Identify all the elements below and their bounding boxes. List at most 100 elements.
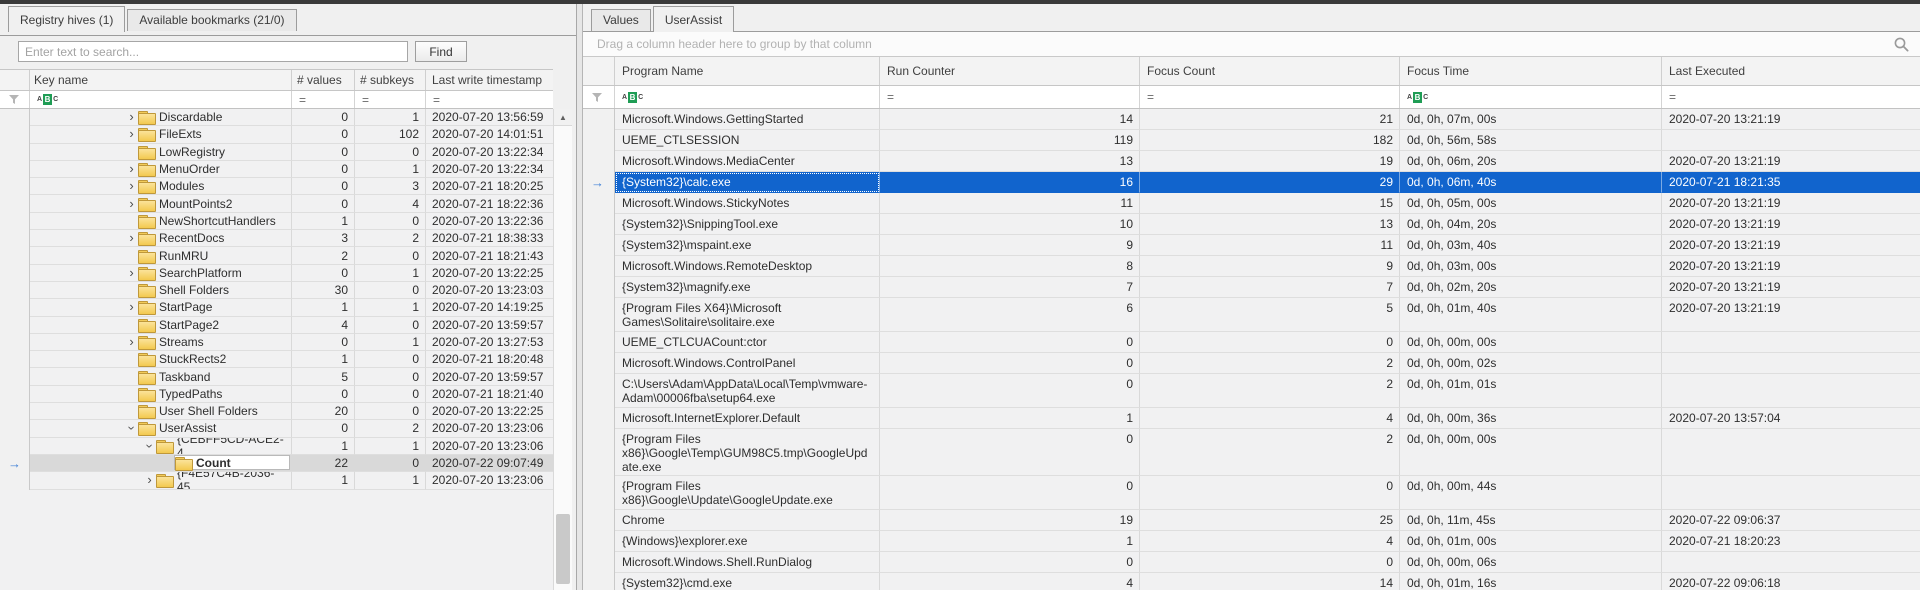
table-row[interactable]: UEME_CTLCUACount:ctor000d, 0h, 00m, 00s (583, 332, 1920, 353)
table-row[interactable]: →{System32}\calc.exe16290d, 0h, 06m, 40s… (583, 172, 1920, 193)
expand-chevron-icon[interactable]: › (125, 129, 138, 139)
column-header-focus-count[interactable]: Focus Count (1140, 57, 1400, 85)
num-values-cell: 1 (292, 438, 355, 455)
table-row[interactable]: Microsoft.Windows.GettingStarted14210d, … (583, 109, 1920, 130)
table-row[interactable]: Microsoft.Windows.StickyNotes11150d, 0h,… (583, 193, 1920, 214)
expand-chevron-icon[interactable]: › (125, 181, 138, 191)
scroll-up-button[interactable]: ▲ (554, 109, 572, 126)
table-row[interactable]: {Program Files x86}\Google\Update\Google… (583, 476, 1920, 510)
expand-chevron-icon[interactable]: › (125, 268, 138, 278)
column-header-num-subkeys[interactable]: # subkeys (355, 70, 426, 90)
last-executed-cell (1662, 476, 1920, 510)
filter-key-name[interactable]: ABC (30, 91, 292, 108)
expand-chevron-icon[interactable]: › (125, 164, 138, 174)
table-row[interactable]: {System32}\SnippingTool.exe10130d, 0h, 0… (583, 214, 1920, 235)
group-by-bar[interactable]: Drag a column header here to group by th… (583, 31, 1920, 57)
tree-row[interactable]: ›Shell Folders3002020-07-20 13:23:03 (0, 282, 553, 299)
tree-row[interactable]: ›{CEBFF5CD-ACE2-4...112020-07-20 13:23:0… (0, 438, 553, 455)
tree-filter-indicator[interactable] (0, 91, 30, 108)
program-name-cell: Microsoft.Windows.Shell.RunDialog (615, 552, 880, 573)
tree-row[interactable]: ›User Shell Folders2002020-07-20 13:22:2… (0, 403, 553, 420)
expand-chevron-icon[interactable]: › (125, 337, 138, 347)
filter-last-executed[interactable]: = (1662, 86, 1920, 108)
collapse-chevron-icon[interactable]: › (127, 422, 137, 435)
column-header-num-values[interactable]: # values (292, 70, 355, 90)
expand-chevron-icon[interactable]: › (125, 233, 138, 243)
filter-num-values[interactable]: = (292, 91, 355, 108)
filter-last-write[interactable]: = (426, 91, 553, 108)
tree-indent (30, 255, 125, 256)
table-row[interactable]: {Windows}\explorer.exe140d, 0h, 01m, 00s… (583, 531, 1920, 552)
focus-time-cell: 0d, 0h, 03m, 40s (1400, 235, 1662, 256)
focus-count-cell: 0 (1140, 332, 1400, 353)
expand-chevron-icon[interactable]: › (125, 199, 138, 209)
column-header-key-name[interactable]: Key name (30, 70, 292, 90)
grid-filter-indicator[interactable] (583, 86, 615, 108)
row-indicator (583, 552, 615, 573)
table-row[interactable]: {System32}\mspaint.exe9110d, 0h, 03m, 40… (583, 235, 1920, 256)
column-header-last-write[interactable]: Last write timestamp (426, 70, 553, 90)
column-header-focus-time[interactable]: Focus Time (1400, 57, 1662, 85)
table-row[interactable]: {System32}\cmd.exe4140d, 0h, 01m, 16s202… (583, 573, 1920, 590)
tab-userassist[interactable]: UserAssist (653, 6, 734, 32)
abc-letter-b: B (43, 94, 52, 105)
table-row[interactable]: Microsoft.Windows.ControlPanel020d, 0h, … (583, 353, 1920, 374)
expand-chevron-icon[interactable]: › (143, 475, 156, 485)
tree-row[interactable]: ›LowRegistry002020-07-20 13:22:34 (0, 144, 553, 161)
table-row[interactable]: Microsoft.InternetExplorer.Default140d, … (583, 408, 1920, 429)
table-row[interactable]: {Program Files X64}\Microsoft Games\Soli… (583, 298, 1920, 332)
row-indicator (0, 247, 30, 264)
filter-num-subkeys[interactable]: = (355, 91, 426, 108)
filter-program-name[interactable]: ABC (615, 86, 880, 108)
tab-registry-hives[interactable]: Registry hives (1) (8, 6, 125, 32)
focus-time-cell: 0d, 0h, 00m, 02s (1400, 353, 1662, 374)
tree-row[interactable]: ›Streams012020-07-20 13:27:53 (0, 334, 553, 351)
expand-chevron-icon[interactable]: › (125, 112, 138, 122)
tree-row[interactable]: ›Discardable012020-07-20 13:56:59 (0, 109, 553, 126)
search-input[interactable] (18, 41, 408, 62)
collapse-chevron-icon[interactable]: › (145, 439, 155, 452)
tree-row[interactable]: ›MountPoints2042020-07-21 18:22:36 (0, 195, 553, 212)
tree-row[interactable]: ›Taskband502020-07-20 13:59:57 (0, 368, 553, 385)
tree-row[interactable]: ›StartPage112020-07-20 14:19:25 (0, 299, 553, 316)
tab-values[interactable]: Values (591, 9, 651, 31)
table-row[interactable]: {Program Files x86}\Google\Temp\GUM98C5.… (583, 429, 1920, 476)
focus-time-cell: 0d, 0h, 02m, 20s (1400, 277, 1662, 298)
tree-row[interactable]: ›FileExts01022020-07-20 14:01:51 (0, 126, 553, 143)
tree-row[interactable]: ›StartPage2402020-07-20 13:59:57 (0, 317, 553, 334)
tab-available-bookmarks[interactable]: Available bookmarks (21/0) (127, 9, 296, 31)
table-row[interactable]: C:\Users\Adam\AppData\Local\Temp\vmware-… (583, 374, 1920, 408)
filter-focus-time[interactable]: ABC (1400, 86, 1662, 108)
table-row[interactable]: Microsoft.Windows.Shell.RunDialog000d, 0… (583, 552, 1920, 573)
tree-row[interactable]: ›RecentDocs322020-07-21 18:38:33 (0, 230, 553, 247)
tree-row[interactable]: ›SearchPlatform012020-07-20 13:22:25 (0, 265, 553, 282)
table-row[interactable]: UEME_CTLSESSION1191820d, 0h, 56m, 58s (583, 130, 1920, 151)
expand-chevron-icon[interactable]: › (125, 302, 138, 312)
find-button[interactable]: Find (415, 41, 467, 62)
program-name-cell: {System32}\cmd.exe (615, 573, 880, 590)
column-header-last-executed[interactable]: Last Executed (1662, 57, 1920, 85)
table-row[interactable]: Microsoft.Windows.MediaCenter13190d, 0h,… (583, 151, 1920, 172)
table-row[interactable]: {System32}\magnify.exe770d, 0h, 02m, 20s… (583, 277, 1920, 298)
tree-row[interactable]: ›RunMRU202020-07-21 18:21:43 (0, 247, 553, 264)
tree-row[interactable]: →›Count2202020-07-22 09:07:49 (0, 455, 553, 472)
program-name-cell: Microsoft.InternetExplorer.Default (615, 408, 880, 429)
table-row[interactable]: Chrome19250d, 0h, 11m, 45s2020-07-22 09:… (583, 510, 1920, 531)
search-icon[interactable] (1893, 36, 1910, 53)
table-row[interactable]: Microsoft.Windows.RemoteDesktop890d, 0h,… (583, 256, 1920, 277)
tree-vertical-scrollbar[interactable]: ▲ (553, 109, 572, 590)
tree-row[interactable]: ›{F4E57C4B-2036-45...112020-07-20 13:23:… (0, 472, 553, 489)
column-header-run-counter[interactable]: Run Counter (880, 57, 1140, 85)
tree-row[interactable]: ›NewShortcutHandlers102020-07-20 13:22:3… (0, 213, 553, 230)
column-header-program-name[interactable]: Program Name (615, 57, 880, 85)
folder-icon (138, 215, 154, 227)
filter-run-counter[interactable]: = (880, 86, 1140, 108)
tree-row[interactable]: ›StuckRects2102020-07-21 18:20:48 (0, 351, 553, 368)
tree-row[interactable]: ›Modules032020-07-21 18:20:25 (0, 178, 553, 195)
tree-row[interactable]: ›MenuOrder012020-07-20 13:22:34 (0, 161, 553, 178)
scrollbar-thumb[interactable] (556, 514, 570, 584)
tree-row[interactable]: ›UserAssist022020-07-20 13:23:06 (0, 420, 553, 437)
filter-focus-count[interactable]: = (1140, 86, 1400, 108)
folder-icon (138, 353, 154, 365)
tree-row[interactable]: ›TypedPaths002020-07-21 18:21:40 (0, 386, 553, 403)
